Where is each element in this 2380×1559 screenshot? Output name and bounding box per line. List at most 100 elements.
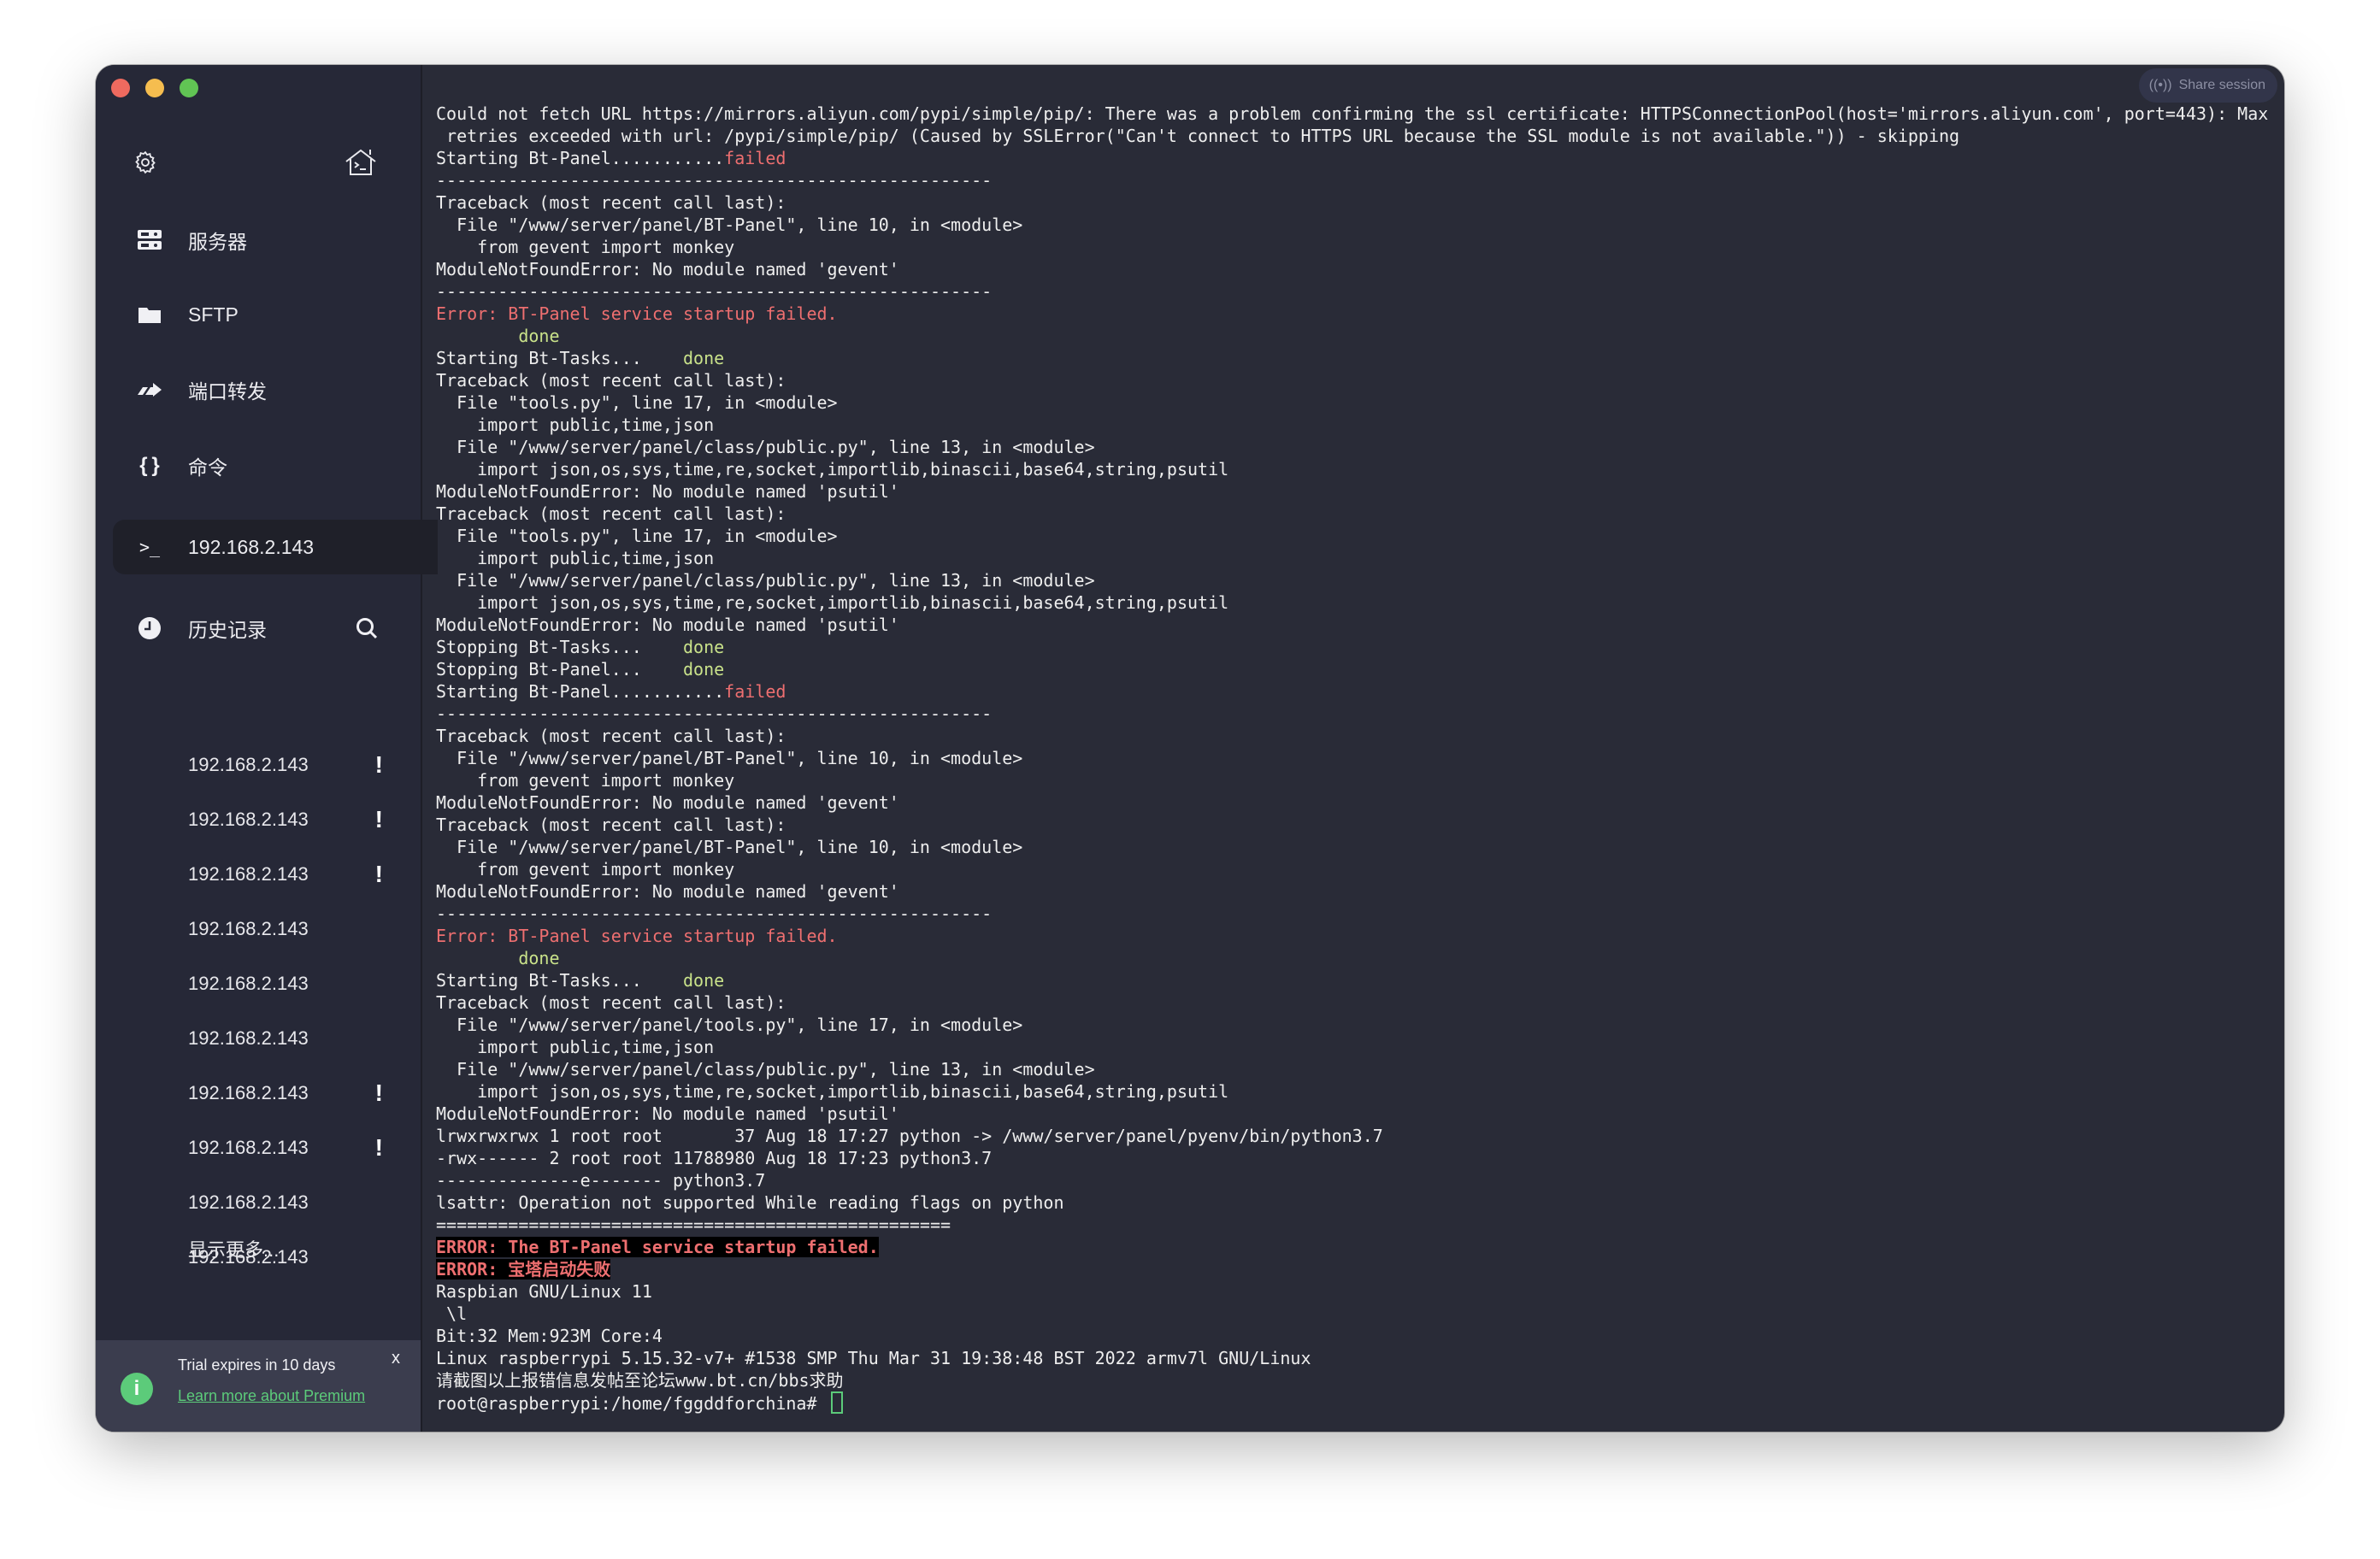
terminal-text: ----------------------------------------… <box>436 170 993 191</box>
terminal-text: --------------e------- python3.7 <box>436 1170 766 1191</box>
terminal-text: from gevent import monkey <box>436 770 735 791</box>
terminal-line: ----------------------------------------… <box>436 169 2268 191</box>
terminal-line: ----------------------------------------… <box>436 280 2268 303</box>
terminal-text: Traceback (most recent call last): <box>436 370 786 391</box>
close-banner-button[interactable]: x <box>392 1349 400 1368</box>
history-item-label: 192.168.2.143 <box>188 918 309 939</box>
terminal-line: Traceback (most recent call last): <box>436 503 2268 525</box>
terminal-text: File "/www/server/panel/tools.py", line … <box>436 1015 1023 1035</box>
terminal-text: File "/www/server/panel/BT-Panel", line … <box>436 748 1023 768</box>
terminal-text: from gevent import monkey <box>436 859 735 880</box>
home-terminal-icon[interactable] <box>344 145 378 179</box>
history-item[interactable]: 192.168.2.143 <box>188 912 402 946</box>
terminal-line: File "/www/server/panel/class/public.py"… <box>436 436 2268 458</box>
clock-icon <box>135 614 164 643</box>
terminal-text: ModuleNotFoundError: No module named 'ps… <box>436 1103 899 1124</box>
sidebar-item-sftp[interactable]: SFTP <box>96 289 421 340</box>
history-item[interactable]: 192.168.2.143! <box>188 1131 402 1165</box>
terminal-line: import json,os,sys,time,re,socket,import… <box>436 458 2268 480</box>
terminal-line: File "/www/server/panel/tools.py", line … <box>436 1014 2268 1036</box>
show-more-link[interactable]: 显示更多... <box>188 1233 402 1268</box>
history-item[interactable]: 192.168.2.143! <box>188 1076 402 1110</box>
terminal-line: import json,os,sys,time,re,socket,import… <box>436 1080 2268 1103</box>
terminal-text: File "tools.py", line 17, in <module> <box>436 526 838 546</box>
history-item[interactable]: 192.168.2.143! <box>188 803 402 837</box>
search-icon[interactable] <box>352 614 381 643</box>
sidebar-item-commands[interactable]: { } 命令 <box>96 440 421 491</box>
terminal-line: File "/www/server/panel/class/public.py"… <box>436 569 2268 591</box>
history-item[interactable]: 192.168.2.143 <box>188 1185 402 1220</box>
error-text: ERROR: The BT-Panel service startup fail… <box>436 1237 879 1257</box>
terminal-line: lsattr: Operation not supported While re… <box>436 1191 2268 1214</box>
terminal-line: ModuleNotFoundError: No module named 'ge… <box>436 258 2268 280</box>
terminal-text: import json,os,sys,time,re,socket,import… <box>436 459 1229 479</box>
terminal-line: Starting Bt-Panel...........failed <box>436 680 2268 703</box>
terminal-line: File "tools.py", line 17, in <module> <box>436 525 2268 547</box>
warning-icon: ! <box>374 806 383 832</box>
history-item-label: 192.168.2.143 <box>188 809 309 830</box>
terminal-line: done <box>436 325 2268 347</box>
terminal-text: ModuleNotFoundError: No module named 'ge… <box>436 792 899 813</box>
terminal-line: ERROR: 宝塔启动失败 <box>436 1258 2268 1280</box>
history-item[interactable]: 192.168.2.143 <box>188 967 402 1001</box>
history-item[interactable]: 192.168.2.143 <box>188 1021 402 1056</box>
error-text: Error: BT-Panel service startup failed. <box>436 926 838 946</box>
terminal-text: Starting Bt-Panel........... <box>436 681 725 702</box>
broadcast-icon: ((•)) <box>2148 78 2172 92</box>
port-forward-icon <box>135 375 164 404</box>
sidebar-item-port-forwarding[interactable]: 端口转发 <box>96 364 421 415</box>
history-item[interactable]: 192.168.2.143! <box>188 857 402 891</box>
terminal-text: import json,os,sys,time,re,socket,import… <box>436 592 1229 613</box>
terminal-line: ERROR: The BT-Panel service startup fail… <box>436 1236 2268 1258</box>
sidebar-item-servers[interactable]: 服务器 <box>96 215 421 266</box>
sidebar-item-label: 命令 <box>188 456 227 479</box>
warning-icon: ! <box>374 1134 383 1161</box>
terminal-line: File "/www/server/panel/BT-Panel", line … <box>436 214 2268 236</box>
learn-premium-link[interactable]: Learn more about Premium <box>178 1387 365 1405</box>
sidebar: 服务器 SFTP 端口转发 { } 命令 >_ 192.168.2.143 历史… <box>96 65 438 1432</box>
terminal-output[interactable]: Could not fetch URL https://mirrors.aliy… <box>436 103 2268 1414</box>
terminal-line: Stopping Bt-Panel... done <box>436 658 2268 680</box>
terminal-text: Stopping Bt-Panel... <box>436 659 683 679</box>
terminal-line: Stopping Bt-Tasks... done <box>436 636 2268 658</box>
terminal-line: Starting Bt-Tasks... done <box>436 347 2268 369</box>
terminal-line: import public,time,json <box>436 414 2268 436</box>
terminal-line: --------------e------- python3.7 <box>436 1169 2268 1191</box>
terminal-line: ModuleNotFoundError: No module named 'ge… <box>436 791 2268 814</box>
terminal-text: ModuleNotFoundError: No module named 'ps… <box>436 615 899 635</box>
settings-gear-icon[interactable] <box>130 147 161 178</box>
terminal-line: ModuleNotFoundError: No module named 'ps… <box>436 614 2268 636</box>
warning-icon: ! <box>374 861 383 887</box>
terminal-text: 请截图以上报错信息发帖至论坛www.bt.cn/bbs求助 <box>436 1370 844 1391</box>
history-item-label: 192.168.2.143 <box>188 1082 309 1103</box>
status-done-text: done <box>682 970 725 991</box>
terminal-line: ========================================… <box>436 1214 2268 1236</box>
terminal-text: import public,time,json <box>436 548 715 568</box>
status-done-text: done <box>518 948 560 968</box>
terminal-text: Traceback (most recent call last): <box>436 815 786 835</box>
terminal-text: ----------------------------------------… <box>436 703 993 724</box>
status-done-text: done <box>682 659 725 679</box>
terminal-text: import json,os,sys,time,re,socket,import… <box>436 1081 1229 1102</box>
sidebar-item-active-session[interactable]: >_ 192.168.2.143 <box>113 520 438 574</box>
share-session-button[interactable]: ((•)) Share session <box>2138 68 2277 103</box>
terminal-line: root@raspberrypi:/home/fggddforchina# <box>436 1391 2268 1414</box>
terminal-text: Could not fetch URL https://mirrors.aliy… <box>436 103 2269 124</box>
terminal-text: Traceback (most recent call last): <box>436 726 786 746</box>
history-item[interactable]: 192.168.2.143! <box>188 748 402 782</box>
terminal-text: from gevent import monkey <box>436 237 735 257</box>
terminal-line: import public,time,json <box>436 1036 2268 1058</box>
info-icon: i <box>121 1373 153 1405</box>
terminal-line: -rwx------ 2 root root 11788980 Aug 18 1… <box>436 1147 2268 1169</box>
terminal-prompt-icon: >_ <box>138 537 161 557</box>
terminal-line: Error: BT-Panel service startup failed. <box>436 925 2268 947</box>
terminal-text: File "/www/server/panel/class/public.py"… <box>436 1059 1095 1080</box>
close-window-button[interactable] <box>111 79 130 97</box>
maximize-window-button[interactable] <box>180 79 198 97</box>
terminal-text: -rwx------ 2 root root 11788980 Aug 18 1… <box>436 1148 993 1168</box>
minimize-window-button[interactable] <box>145 79 164 97</box>
terminal-line: retries exceeded with url: /pypi/simple/… <box>436 125 2268 147</box>
terminal-text: import public,time,json <box>436 1037 715 1057</box>
terminal-text: root@raspberrypi:/home/fggddforchina# <box>436 1393 828 1414</box>
